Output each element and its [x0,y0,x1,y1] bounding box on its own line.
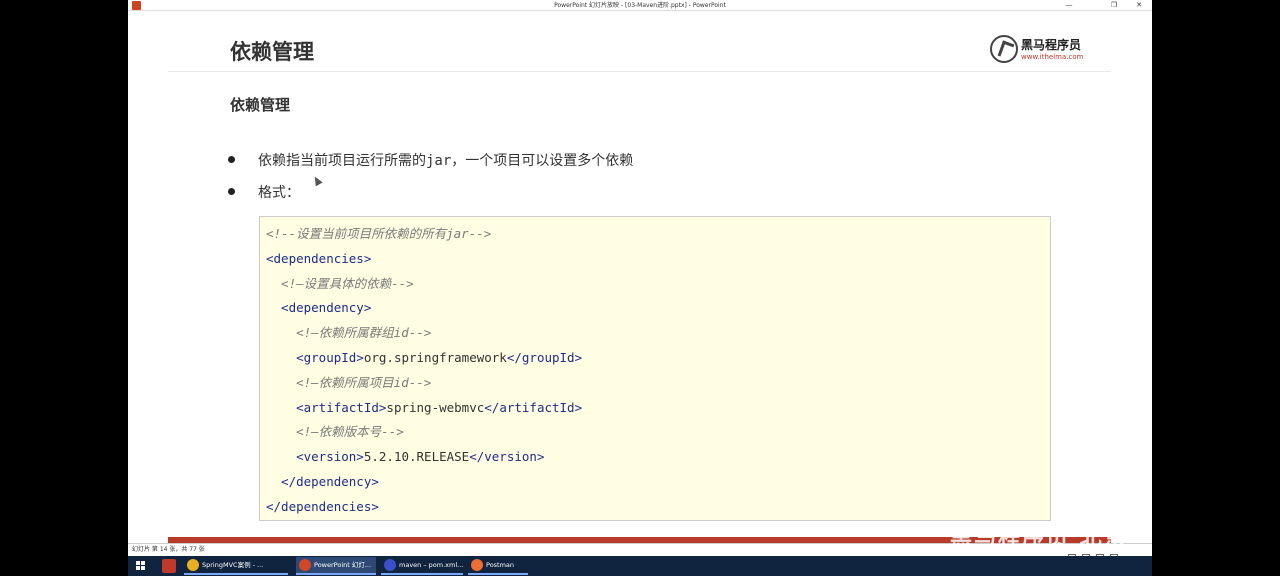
code-token: <!—依赖所属项目id--> [266,374,432,390]
code-line: </dependency> [266,472,379,492]
taskbar-app[interactable]: maven – pom.xml... [381,557,463,575]
code-token: </version> [469,449,545,465]
code-token: <!—依赖版本号--> [266,424,404,440]
app-icon [471,559,483,571]
taskbar-app-label: SpringMVC案例 - ... [202,561,264,569]
app-icon [384,559,396,571]
close-button[interactable]: ✕ [1128,0,1150,11]
code-token: <groupId> [266,350,364,365]
bullet-dot-icon [228,188,235,195]
code-line: </dependencies> [266,497,379,517]
horse-logo-icon [990,35,1018,63]
minimize-button[interactable]: — [1058,0,1080,11]
code-line: <version>5.2.10.RELEASE</version> [266,447,544,467]
itheima-logo: 黑马程序员 www.itheima.com [990,34,1090,64]
title-bar: PowerPoint 幻灯片放映 - [03-Maven进阶.pptx] - P… [128,0,1152,11]
code-token: <version> [266,449,364,465]
code-token: org.springframework [363,350,507,365]
code-token: <dependencies> [266,250,372,266]
code-line: <!—依赖版本号--> [266,422,404,442]
code-token: 5.2.10.RELEASE [363,449,470,465]
code-token: <!—依赖所属群组id--> [266,325,432,341]
code-token: <artifactId> [266,399,387,415]
code-line: <artifactId>spring-webmvc</artifactId> [266,398,582,418]
taskbar-app[interactable]: Postman [468,557,528,575]
code-line: <dependencies> [266,249,371,269]
bullet-text: 格式： [258,185,300,201]
slide[interactable]: 依赖管理 黑马程序员 www.itheima.com 依赖管理 依赖指当前项目运… [168,12,1111,543]
code-token: spring-webmvc [386,399,485,415]
code-line: <!—依赖所属群组id--> [266,323,431,343]
code-line: <!—设置具体的依赖--> [266,274,414,294]
code-token: <!--设置当前项目所依赖的所有jar--> [266,226,492,241]
app-icon [299,559,311,571]
bullet-text: 依赖指当前项目运行所需的jar，一个项目可以设置多个依赖 [258,153,634,169]
taskbar-app-label: maven – pom.xml... [399,561,464,569]
code-token: </artifactId> [484,399,583,415]
app-icon [187,559,199,571]
app-pinned-icon[interactable] [162,559,176,573]
watermark: 黑马程序员 北京 [950,526,1128,551]
bullet-dot-icon [228,156,235,163]
code-line: <!—依赖所属项目id--> [266,373,431,393]
logo-name: 黑马程序员 [1021,38,1082,52]
code-block: <!--设置当前项目所依赖的所有jar--> <dependencies> <!—… [259,216,1051,521]
code-line: <!--设置当前项目所依赖的所有jar--> [266,224,491,244]
taskbar-app[interactable]: PowerPoint 幻灯... [296,557,376,575]
taskbar-app[interactable]: SpringMVC案例 - ... [184,557,288,575]
code-token: <!—设置具体的依赖--> [266,275,414,291]
code-line: <dependency> [266,298,371,318]
code-token: </dependencies> [266,498,379,514]
taskbar-app-label: PowerPoint 幻灯... [314,561,372,569]
restore-button[interactable]: ❐ [1103,0,1125,11]
code-token: </groupId> [506,350,583,365]
slide-counter: 幻灯片 第 14 张，共 77 张 [132,546,205,553]
taskbar-app-label: Postman [486,561,515,569]
code-token: </dependency> [266,474,379,489]
window-title: PowerPoint 幻灯片放映 - [03-Maven进阶.pptx] - P… [554,2,726,9]
screen: PowerPoint 幻灯片放映 - [03-Maven进阶.pptx] - P… [0,0,1280,576]
logo-url: www.itheima.com [1021,53,1084,61]
slide-header: 依赖管理 黑马程序员 www.itheima.com [168,12,1111,72]
slide-title: 依赖管理 [230,40,314,64]
code-line: <groupId>org.springframework</groupId> [266,348,582,368]
code-token: <dependency> [266,300,372,316]
taskbar: SpringMVC案例 - ... PowerPoint 幻灯... maven –… [128,556,1152,576]
mouse-cursor-icon [311,174,323,187]
powerpoint-window: PowerPoint 幻灯片放映 - [03-Maven进阶.pptx] - P… [128,0,1152,556]
windows-start-icon[interactable] [136,561,146,571]
slide-subtitle: 依赖管理 [230,96,291,114]
